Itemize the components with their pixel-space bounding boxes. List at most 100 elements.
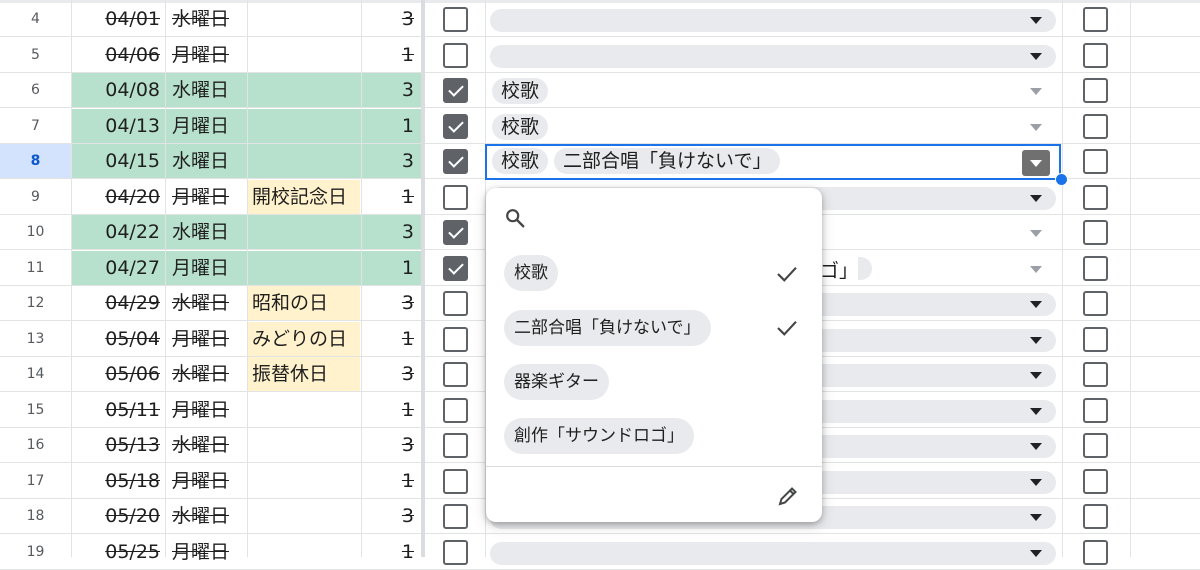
- chip-list[interactable]: 校歌: [492, 78, 554, 104]
- row-checkbox[interactable]: [443, 149, 468, 174]
- count-cell[interactable]: 1: [364, 464, 414, 499]
- date-cell[interactable]: 04/08: [74, 73, 160, 108]
- count-cell[interactable]: 1: [364, 251, 414, 286]
- count-cell[interactable]: 3: [364, 215, 414, 250]
- row-number[interactable]: 18: [0, 499, 71, 534]
- menu-option-2[interactable]: 二部合唱「負けないで」: [504, 310, 711, 346]
- row-checkbox-right[interactable]: [1083, 504, 1108, 529]
- menu-option-1[interactable]: 校歌: [504, 255, 558, 291]
- date-cell[interactable]: 04/01: [74, 2, 160, 37]
- count-cell[interactable]: 3: [364, 2, 414, 37]
- row-checkbox[interactable]: [443, 504, 468, 529]
- row-number[interactable]: 5: [0, 38, 71, 73]
- row-checkbox-right[interactable]: [1083, 184, 1108, 210]
- row-checkbox-right[interactable]: [1083, 42, 1108, 68]
- row-number[interactable]: 12: [0, 286, 71, 321]
- row-checkbox[interactable]: [443, 184, 468, 210]
- event-cell[interactable]: [252, 464, 359, 499]
- date-cell[interactable]: 04/15: [74, 144, 160, 179]
- event-cell[interactable]: [252, 428, 359, 463]
- event-cell[interactable]: [252, 251, 359, 286]
- event-cell[interactable]: 開校記念日: [252, 180, 359, 215]
- fill-handle[interactable]: [1055, 173, 1068, 186]
- row-number[interactable]: 17: [0, 464, 71, 499]
- search-icon[interactable]: [504, 207, 526, 229]
- weekday-cell[interactable]: 水曜日: [172, 499, 244, 534]
- dropdown-arrow-icon[interactable]: [1030, 88, 1042, 95]
- row-checkbox[interactable]: [443, 291, 468, 316]
- chip[interactable]: 校歌: [492, 113, 549, 140]
- row-checkbox[interactable]: [443, 113, 468, 139]
- count-cell[interactable]: 1: [364, 109, 414, 144]
- count-cell[interactable]: 3: [364, 428, 414, 463]
- weekday-cell[interactable]: 月曜日: [172, 180, 244, 215]
- date-cell[interactable]: 04/13: [74, 109, 160, 144]
- row-checkbox[interactable]: [443, 42, 468, 68]
- pencil-icon[interactable]: [776, 484, 800, 508]
- row-checkbox-right[interactable]: [1083, 255, 1108, 281]
- row-checkbox[interactable]: [443, 255, 468, 281]
- row-checkbox-right[interactable]: [1083, 539, 1108, 565]
- event-cell[interactable]: 昭和の日: [252, 286, 359, 321]
- dropdown-arrow-icon[interactable]: [1030, 336, 1042, 344]
- weekday-cell[interactable]: 水曜日: [172, 144, 244, 179]
- row-number[interactable]: 4: [0, 2, 71, 37]
- weekday-cell[interactable]: 月曜日: [172, 393, 244, 428]
- weekday-cell[interactable]: 月曜日: [172, 109, 244, 144]
- dropdown-arrow-button[interactable]: [1022, 150, 1050, 176]
- date-cell[interactable]: 04/22: [74, 215, 160, 250]
- count-cell[interactable]: 1: [364, 38, 414, 73]
- row-number[interactable]: 14: [0, 357, 71, 392]
- dropdown-arrow-icon[interactable]: [1030, 407, 1042, 415]
- event-cell[interactable]: [252, 73, 359, 108]
- chip-list[interactable]: 校歌: [492, 113, 554, 140]
- row-number[interactable]: 15: [0, 393, 71, 428]
- dropdown-arrow-icon[interactable]: [1030, 52, 1042, 60]
- row-number[interactable]: 13: [0, 322, 71, 357]
- count-cell[interactable]: 3: [364, 357, 414, 392]
- row-checkbox-right[interactable]: [1083, 326, 1108, 352]
- row-number[interactable]: 8: [0, 144, 71, 179]
- count-cell[interactable]: 3: [364, 499, 414, 534]
- row-number[interactable]: 6: [0, 73, 71, 108]
- weekday-cell[interactable]: 水曜日: [172, 286, 244, 321]
- event-cell[interactable]: [252, 215, 359, 250]
- count-cell[interactable]: 1: [364, 535, 414, 570]
- count-cell[interactable]: 1: [364, 393, 414, 428]
- row-number[interactable]: 19: [0, 535, 71, 570]
- row-checkbox[interactable]: [443, 468, 468, 494]
- empty-chip-dropdown[interactable]: [490, 541, 1056, 565]
- row-checkbox[interactable]: [443, 7, 468, 32]
- row-checkbox[interactable]: [443, 397, 468, 423]
- date-cell[interactable]: 04/27: [74, 251, 160, 286]
- dropdown-arrow-icon[interactable]: [1030, 372, 1042, 379]
- row-checkbox-right[interactable]: [1083, 433, 1108, 458]
- row-checkbox-right[interactable]: [1083, 397, 1108, 423]
- dropdown-arrow-icon[interactable]: [1030, 301, 1042, 308]
- date-cell[interactable]: 05/25: [74, 535, 160, 570]
- row-checkbox[interactable]: [443, 362, 468, 387]
- date-cell[interactable]: 05/04: [74, 322, 160, 357]
- dropdown-arrow-icon[interactable]: [1030, 17, 1042, 24]
- dropdown-arrow-icon[interactable]: [1030, 194, 1042, 202]
- row-checkbox[interactable]: [443, 78, 468, 103]
- date-cell[interactable]: 05/20: [74, 499, 160, 534]
- count-cell[interactable]: 1: [364, 180, 414, 215]
- row-checkbox-right[interactable]: [1083, 291, 1108, 316]
- weekday-cell[interactable]: 水曜日: [172, 215, 244, 250]
- count-cell[interactable]: 3: [364, 144, 414, 179]
- dropdown-arrow-icon[interactable]: [1030, 514, 1042, 521]
- event-cell[interactable]: みどりの日: [252, 322, 359, 357]
- weekday-cell[interactable]: 月曜日: [172, 251, 244, 286]
- row-checkbox-right[interactable]: [1083, 220, 1108, 245]
- weekday-cell[interactable]: 水曜日: [172, 357, 244, 392]
- weekday-cell[interactable]: 月曜日: [172, 38, 244, 73]
- event-cell[interactable]: [252, 499, 359, 534]
- count-cell[interactable]: 3: [364, 73, 414, 108]
- row-number[interactable]: 10: [0, 215, 71, 250]
- date-cell[interactable]: 04/29: [74, 286, 160, 321]
- weekday-cell[interactable]: 水曜日: [172, 428, 244, 463]
- dropdown-arrow-icon[interactable]: [1030, 549, 1042, 557]
- row-checkbox-right[interactable]: [1083, 149, 1108, 174]
- chip[interactable]: 校歌: [492, 78, 549, 104]
